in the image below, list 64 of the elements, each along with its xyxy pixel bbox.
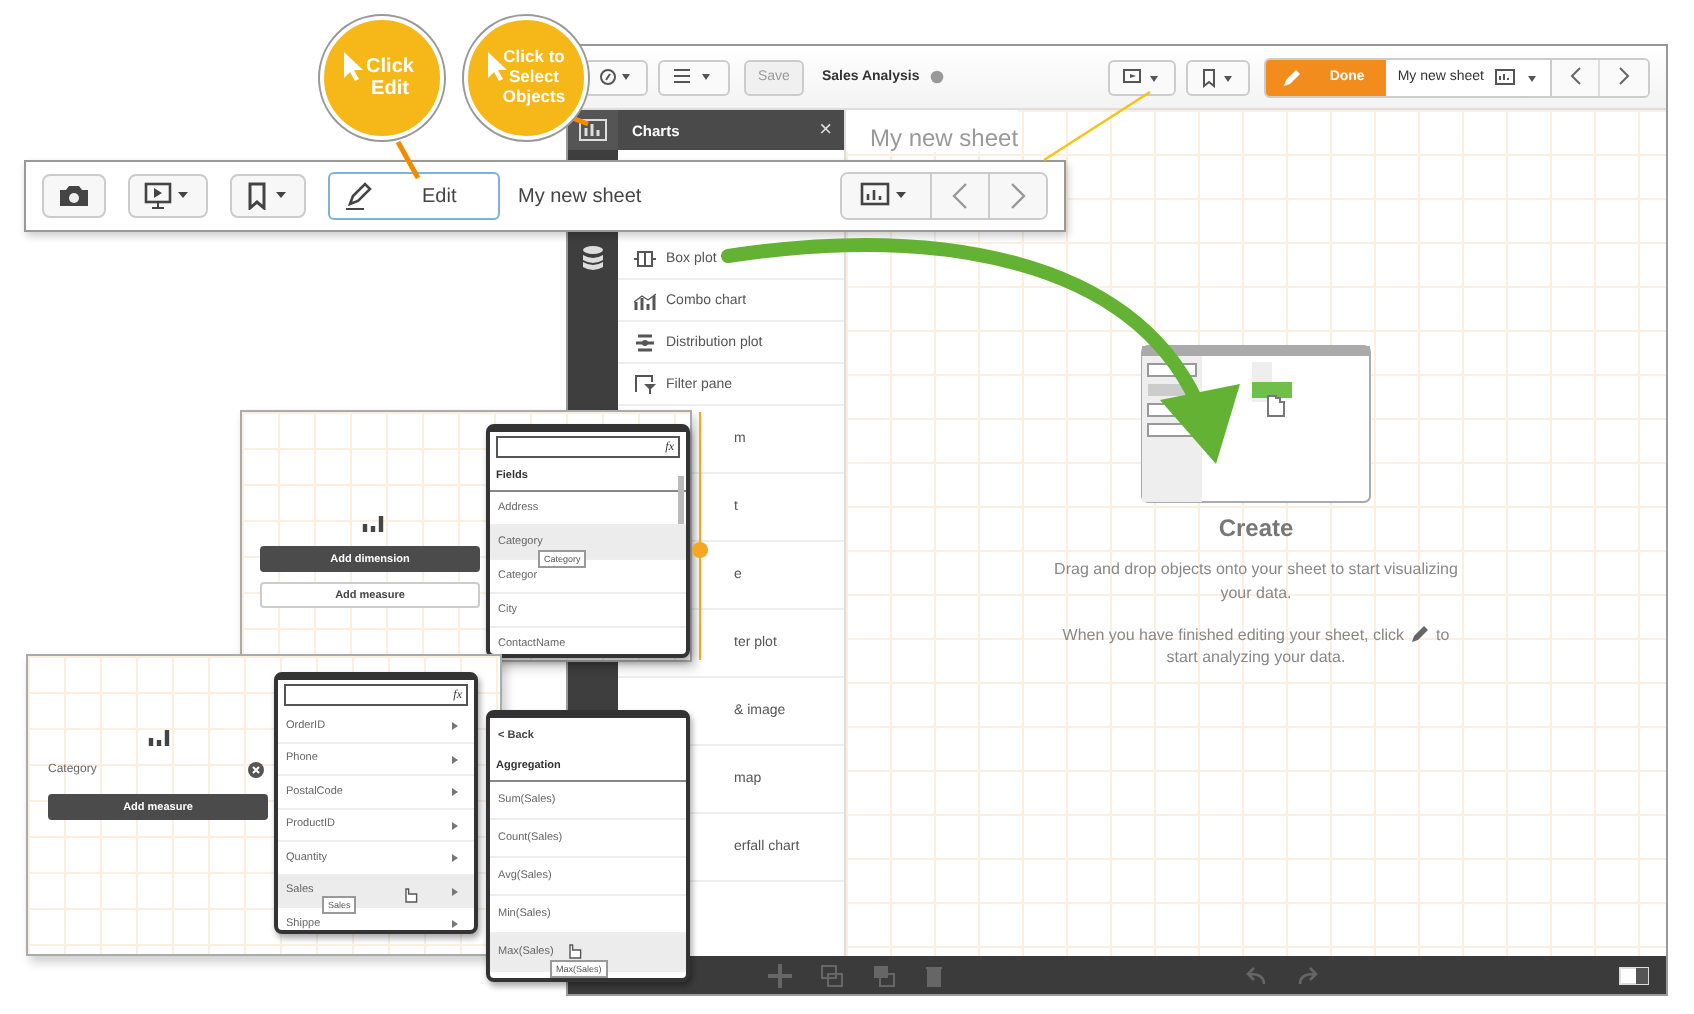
hand-cursor-icon (402, 885, 418, 903)
hand-cursor-icon (566, 942, 582, 960)
chevron-left-icon (950, 182, 970, 210)
previous-sheet-button[interactable] (1552, 59, 1600, 95)
callout-text: Select (508, 68, 560, 88)
camera-icon (58, 184, 90, 208)
sheet-icon (860, 182, 912, 210)
create-heading: Create (1218, 514, 1294, 542)
close-button[interactable]: × (815, 119, 836, 141)
chevron-right-icon (1008, 182, 1028, 210)
present-button[interactable] (1107, 59, 1176, 95)
finish-hint: start analyzing your data. (1166, 648, 1346, 667)
splitter-handle[interactable] (692, 411, 708, 661)
navigation-button[interactable] (584, 59, 648, 95)
snapshot-button[interactable] (42, 174, 106, 218)
scrollbar[interactable] (678, 476, 684, 524)
create-hint: Drag and drop objects onto your sheet to start visualizing your data. (1052, 558, 1460, 605)
chevron-icon (452, 722, 458, 730)
chevron-left-icon (1567, 66, 1583, 86)
callout-text: Edit (371, 78, 409, 101)
filter-pane-icon (634, 374, 656, 394)
box-plot-icon (634, 249, 656, 267)
chevron-icon (452, 755, 458, 763)
distribution-plot-icon (634, 333, 656, 351)
sheet-name: My new sheet (518, 185, 642, 207)
pencil-icon (346, 182, 374, 210)
callout-text: Click (366, 55, 414, 78)
chevron-right-icon (1616, 66, 1632, 86)
edit-button[interactable]: Edit (328, 172, 500, 220)
chevron-icon (452, 854, 458, 862)
leader-line (1043, 90, 1151, 162)
charts-icon[interactable] (568, 110, 618, 150)
cursor-icon (486, 50, 508, 82)
chevron-icon (452, 821, 458, 829)
bar-chart-icon (362, 514, 384, 532)
cursor-icon (342, 50, 364, 82)
present-button[interactable] (128, 174, 208, 218)
chevron-icon (452, 887, 458, 895)
bookmark-icon (246, 182, 290, 210)
pencil-icon (1281, 67, 1302, 87)
sheet-icon (1494, 67, 1542, 87)
chevron-icon (452, 920, 458, 928)
compass-icon (598, 68, 634, 86)
bookmark-button[interactable] (230, 174, 306, 218)
sheets-button[interactable] (842, 174, 932, 218)
leader-line (395, 140, 421, 180)
chevron-icon (452, 788, 458, 796)
finish-hint: to (1436, 625, 1450, 644)
panel-toggle-icon[interactable] (1618, 965, 1650, 985)
list-menu-button[interactable] (658, 59, 730, 95)
screen-icon (144, 182, 192, 210)
list-icon (672, 68, 716, 86)
pencil-icon (1410, 624, 1431, 645)
callout-text: Objects (502, 87, 566, 108)
finish-hint: When you have finished editing your sheet, click (1062, 625, 1405, 644)
callout-text: Click to (503, 48, 565, 69)
remove-icon[interactable] (248, 762, 264, 778)
bookmark-icon (1199, 67, 1236, 87)
sheet-title: My new sheet (846, 110, 1019, 152)
combo-chart-icon (634, 291, 656, 309)
screen-icon (1121, 67, 1162, 87)
bookmark-button[interactable] (1185, 59, 1250, 95)
bar-chart-icon (148, 728, 170, 746)
next-sheet-button[interactable] (1600, 59, 1648, 95)
